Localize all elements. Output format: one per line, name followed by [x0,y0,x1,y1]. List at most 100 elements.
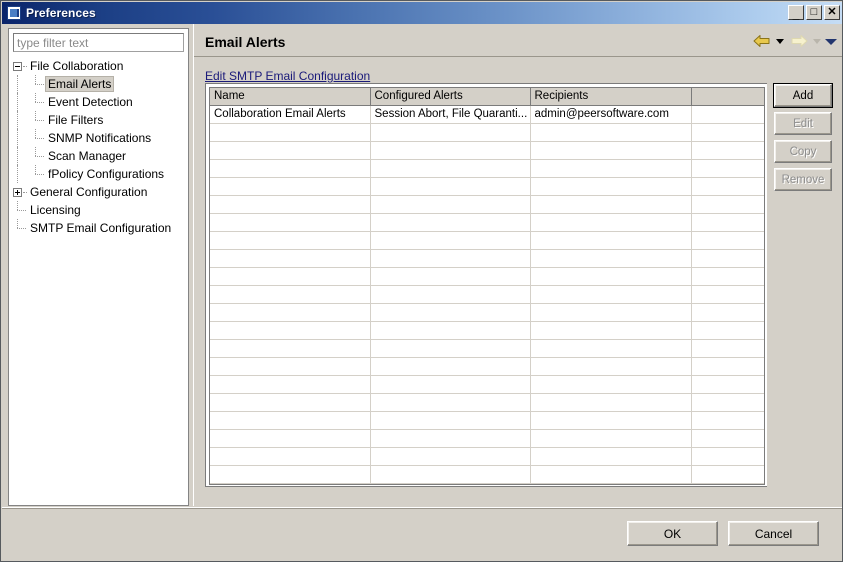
table-row-empty[interactable] [210,393,764,412]
table-cell-empty [691,393,764,412]
table-cell-empty [210,303,371,322]
table-row-empty[interactable] [210,285,764,304]
maximize-button[interactable]: □ [806,5,822,20]
tree-rail [17,165,18,183]
table-cell-empty [370,195,531,214]
table-row-empty[interactable] [210,303,764,322]
sidebar-item-file-collaboration[interactable]: File Collaboration [9,57,188,75]
tree-rail [17,75,18,93]
table-cell-empty [370,483,531,484]
table-cell-empty [530,411,692,430]
table-row-empty[interactable] [210,375,764,394]
table-row-empty[interactable] [210,213,764,232]
table-row[interactable]: Collaboration Email Alerts Session Abort,… [210,105,764,124]
table-cell-empty [691,357,764,376]
sidebar-item-label: Licensing [30,203,81,217]
ok-button[interactable]: OK [627,521,718,546]
table-row-empty[interactable] [210,447,764,466]
table-cell-empty [530,285,692,304]
table-cell-empty [370,159,531,178]
table-cell-empty [210,447,371,466]
table-cell-empty [530,465,692,484]
back-history-chevron-down-icon[interactable] [775,33,786,49]
tree-connector [23,192,27,194]
forward-arrow-icon [789,33,809,49]
email-alerts-table: Name Configured Alerts Recipients Collabor… [210,88,764,484]
table-row-empty[interactable] [210,339,764,358]
add-button[interactable]: Add [773,83,833,108]
sidebar-item-label: General Configuration [30,185,148,199]
table-row-empty[interactable] [210,177,764,196]
table-cell-empty [370,213,531,232]
sidebar-item-general-configuration[interactable]: General Configuration [9,183,188,201]
edit-smtp-email-configuration-link[interactable]: Edit SMTP Email Configuration [205,69,370,83]
cancel-button[interactable]: Cancel [728,521,819,546]
table-row-empty[interactable] [210,429,764,448]
sidebar-item-label: Scan Manager [48,149,127,163]
table-cell-empty [691,411,764,430]
table-column-header[interactable] [691,88,764,106]
table-cell-empty [210,393,371,412]
table-cell-empty [370,249,531,268]
sidebar-item-snmp-notifications[interactable]: SNMP Notifications [9,129,188,147]
window-title: Preferences [26,6,96,20]
minimize-button[interactable]: _ [788,5,804,21]
sidebar-item-scan-manager[interactable]: Scan Manager [9,147,188,165]
page-menu-chevron-down-icon[interactable] [825,33,837,49]
table-cell-empty [691,429,764,448]
tree-rail [17,147,18,165]
table-cell-empty [530,159,692,178]
email-alerts-table-frame: Name Configured Alerts Recipients Collabor… [209,87,765,485]
close-button[interactable]: ✕ [824,5,840,20]
table-cell-empty [210,285,371,304]
table-row-empty[interactable] [210,249,764,268]
tree-connector [27,75,45,93]
table-row-empty[interactable] [210,141,764,160]
table-row-empty[interactable] [210,411,764,430]
tree-connector [9,219,27,237]
edit-button: Edit [774,112,832,135]
table-column-header[interactable]: Configured Alerts [370,88,531,106]
tree-collapse-icon[interactable] [9,57,27,75]
table-row-empty[interactable] [210,465,764,484]
sidebar-item-licensing[interactable]: Licensing [9,201,188,219]
table-cell-empty [691,447,764,466]
table-cell-empty [370,375,531,394]
table-cell-empty [530,267,692,286]
table-cell-empty [530,141,692,160]
table-column-header[interactable]: Name [210,88,371,106]
sidebar-item-smtp-email-configuration[interactable]: SMTP Email Configuration [9,219,188,237]
table-cell-empty [530,357,692,376]
forward-history-chevron-down-icon [812,33,823,49]
tree-expand-icon[interactable] [9,183,27,201]
sidebar-item-file-filters[interactable]: File Filters [9,111,188,129]
tree-connector [27,93,45,111]
tree-connector [9,201,27,219]
table-cell-empty [210,159,371,178]
filter-input[interactable] [13,33,184,52]
table-cell: Session Abort, File Quaranti... [370,105,531,124]
back-arrow-glyph [753,35,770,47]
table-cell-empty [370,339,531,358]
sidebar-item-event-detection[interactable]: Event Detection [9,93,188,111]
sidebar-item-email-alerts[interactable]: Email Alerts [9,75,188,93]
table-row-empty[interactable] [210,321,764,340]
table-row-empty[interactable] [210,159,764,178]
table-cell-empty [691,267,764,286]
table-column-header[interactable]: Recipients [530,88,692,106]
back-arrow-icon[interactable] [752,33,772,49]
sidebar-item-fpolicy-configurations[interactable]: fPolicy Configurations [9,165,188,183]
table-cell-empty [210,483,371,484]
table-cell-empty [691,249,764,268]
table-cell-empty [530,213,692,232]
table-row-empty[interactable] [210,267,764,286]
table-row-empty[interactable] [210,483,764,484]
table-row-empty[interactable] [210,357,764,376]
table-cell-empty [210,321,371,340]
table-row-empty[interactable] [210,123,764,142]
table-row-empty[interactable] [210,195,764,214]
copy-button: Copy [774,140,832,163]
table-row-empty[interactable] [210,231,764,250]
table-cell-empty [530,177,692,196]
table-header-row: Name Configured Alerts Recipients [210,88,764,106]
